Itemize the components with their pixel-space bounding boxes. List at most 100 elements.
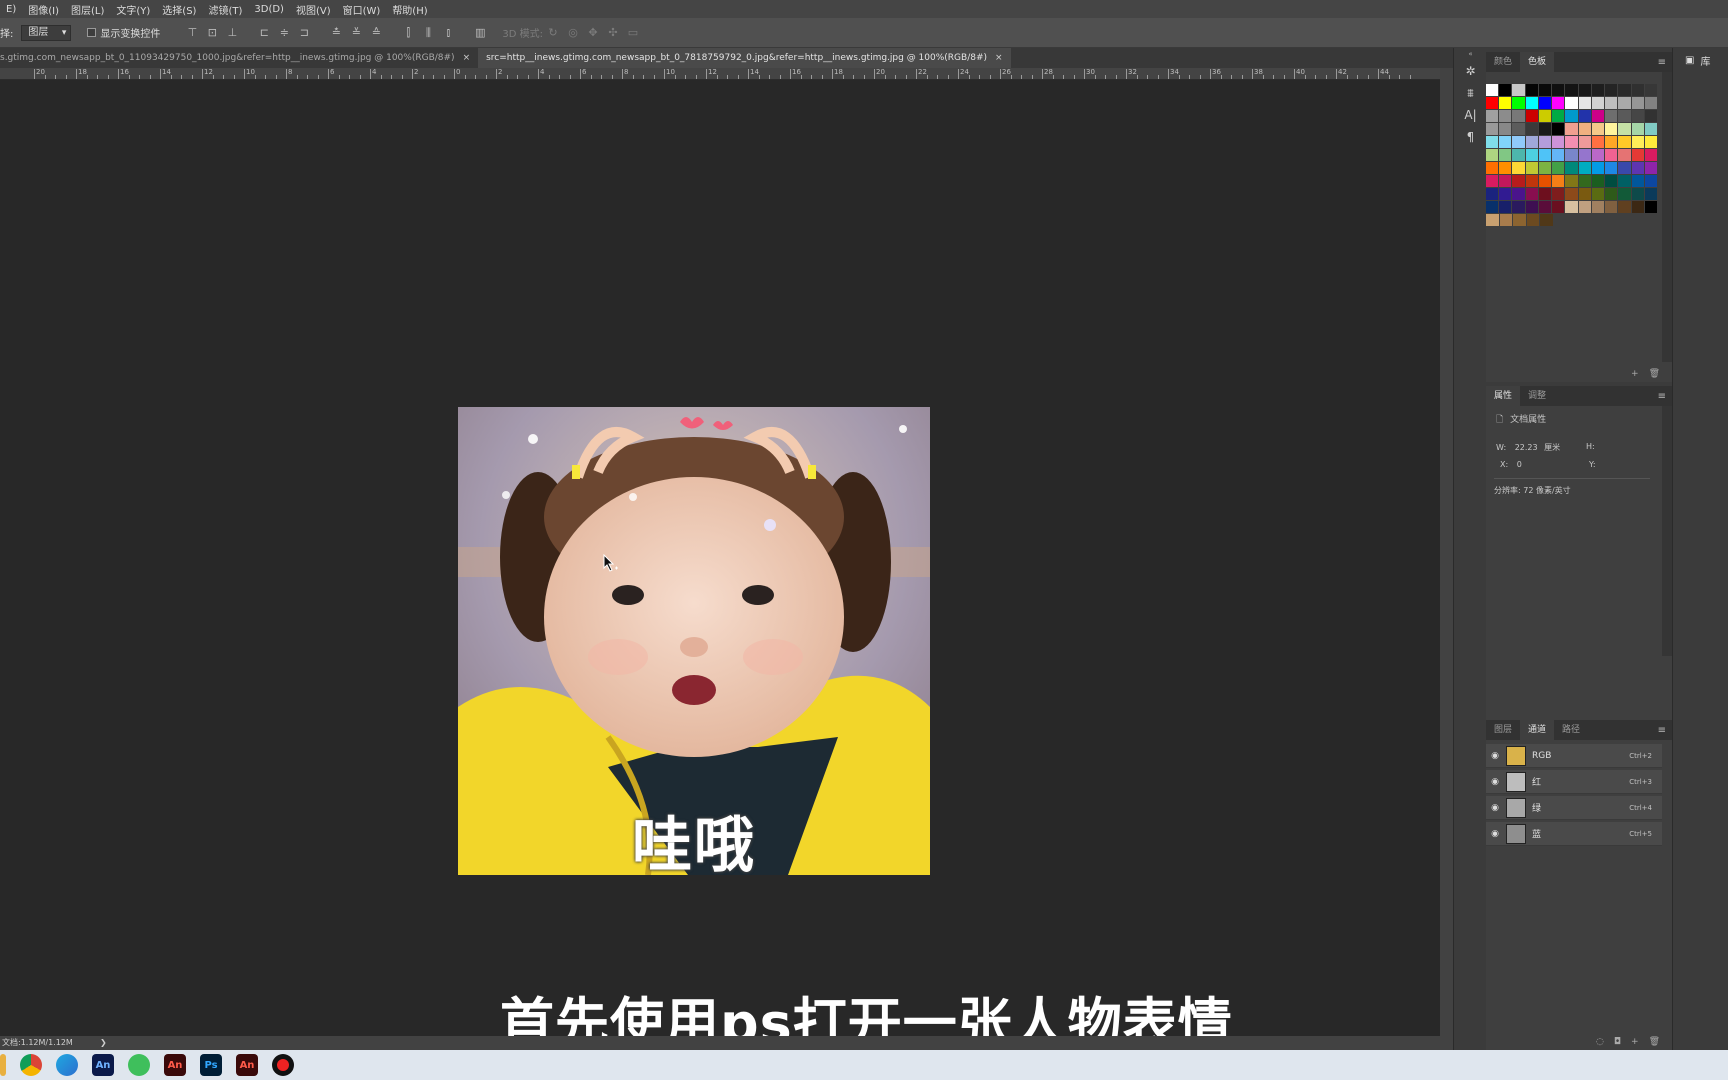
color-swatch[interactable] [1631, 201, 1644, 213]
color-swatch[interactable] [1486, 162, 1499, 174]
menu-select[interactable]: 选择(S) [156, 2, 202, 17]
color-swatch[interactable] [1631, 149, 1644, 161]
color-swatch[interactable] [1618, 201, 1631, 213]
panel-menu-icon[interactable]: ≡ [1658, 57, 1666, 68]
color-swatch[interactable] [1578, 110, 1591, 122]
align-left-icon[interactable]: ⊏ [257, 26, 271, 40]
color-swatch[interactable] [1618, 188, 1631, 200]
color-swatch[interactable] [1486, 97, 1499, 109]
3d-roll-icon[interactable]: ◎ [566, 26, 580, 40]
color-swatch[interactable] [1538, 201, 1552, 213]
channel-row-blue[interactable]: ◉ 蓝 Ctrl+5 [1486, 822, 1662, 846]
color-swatch[interactable] [1565, 110, 1578, 122]
meme-image[interactable]: 哇哦 [458, 407, 930, 875]
collapse-panels-icon[interactable]: « [1454, 48, 1487, 60]
color-swatch[interactable] [1552, 201, 1565, 213]
color-swatch[interactable] [1618, 136, 1631, 148]
channel-row-green[interactable]: ◉ 绿 Ctrl+4 [1486, 796, 1662, 820]
show-transform-checkbox[interactable] [87, 28, 97, 37]
color-swatch[interactable] [1591, 188, 1605, 200]
color-swatch[interactable] [1644, 188, 1658, 200]
color-swatch[interactable] [1538, 188, 1552, 200]
color-swatch[interactable] [1499, 188, 1512, 200]
color-swatch[interactable] [1591, 97, 1605, 109]
character-icon[interactable]: A| [1454, 104, 1487, 126]
3d-slide-icon[interactable]: ✣ [606, 26, 620, 40]
color-swatch[interactable] [1591, 136, 1605, 148]
color-swatch[interactable] [1591, 162, 1605, 174]
color-swatch[interactable] [1631, 84, 1644, 96]
color-swatch[interactable] [1644, 84, 1658, 96]
align-top-icon[interactable]: ⊤ [185, 26, 199, 40]
color-swatch[interactable] [1486, 136, 1499, 148]
color-swatch[interactable] [1552, 110, 1565, 122]
color-swatch[interactable] [1565, 97, 1578, 109]
color-swatch[interactable] [1591, 149, 1605, 161]
tab-adjustments[interactable]: 调整 [1520, 386, 1554, 406]
color-swatch[interactable] [1486, 149, 1499, 161]
color-swatch[interactable] [1499, 162, 1512, 174]
color-swatch[interactable] [1538, 175, 1552, 187]
3d-scale-icon[interactable]: ▭ [626, 26, 640, 40]
color-swatch[interactable] [1591, 175, 1605, 187]
color-swatch[interactable] [1631, 136, 1644, 148]
color-swatch[interactable] [1605, 110, 1618, 122]
color-swatch[interactable] [1591, 201, 1605, 213]
photoshop-icon[interactable]: Ps [200, 1054, 222, 1076]
color-swatch[interactable] [1499, 175, 1512, 187]
tab-layers[interactable]: 图层 [1486, 720, 1520, 740]
color-swatch[interactable] [1552, 149, 1565, 161]
load-selection-icon[interactable]: ◌ [1596, 1037, 1604, 1047]
align-right-icon[interactable]: ⊐ [297, 26, 311, 40]
color-swatch[interactable] [1605, 175, 1618, 187]
wechat-icon[interactable] [128, 1054, 150, 1076]
color-swatch[interactable] [1565, 175, 1578, 187]
menu-help[interactable]: 帮助(H) [386, 2, 433, 17]
color-swatch[interactable] [1578, 162, 1591, 174]
align-vcenter-icon[interactable]: ⊡ [205, 26, 219, 40]
color-swatch[interactable] [1499, 84, 1512, 96]
layer-select-dropdown[interactable]: 图层 [21, 24, 72, 41]
color-swatch[interactable] [1525, 123, 1538, 135]
color-swatch[interactable] [1525, 162, 1538, 174]
color-swatch[interactable] [1605, 136, 1618, 148]
color-swatch[interactable] [1591, 123, 1605, 135]
color-swatch[interactable] [1565, 162, 1578, 174]
color-swatch[interactable] [1538, 162, 1552, 174]
animate-icon[interactable]: An [164, 1054, 186, 1076]
color-swatch[interactable] [1499, 110, 1512, 122]
menu-view[interactable]: 视图(V) [290, 2, 337, 17]
distribute-vcenter-icon[interactable]: ≚ [349, 26, 363, 40]
color-swatch[interactable] [1512, 175, 1525, 187]
color-swatch[interactable] [1552, 175, 1565, 187]
color-swatch[interactable] [1538, 136, 1552, 148]
visibility-eye-icon[interactable]: ◉ [1486, 751, 1504, 761]
delete-swatch-icon[interactable]: 🗑 [1649, 369, 1660, 379]
color-swatch[interactable] [1525, 97, 1538, 109]
color-swatch[interactable] [1538, 110, 1552, 122]
properties-scrollbar[interactable] [1662, 406, 1672, 656]
color-swatch[interactable] [1486, 201, 1499, 213]
color-swatch[interactable] [1631, 123, 1644, 135]
color-swatch[interactable] [1525, 136, 1538, 148]
color-swatch[interactable] [1631, 110, 1644, 122]
menu-filter[interactable]: 滤镜(T) [202, 2, 248, 17]
3d-drag-icon[interactable]: ✥ [586, 26, 600, 40]
color-swatch[interactable] [1605, 84, 1618, 96]
swatches-scrollbar[interactable] [1662, 72, 1672, 362]
color-swatch[interactable] [1631, 97, 1644, 109]
menu-type[interactable]: 文字(Y) [110, 2, 156, 17]
color-swatch[interactable] [1605, 162, 1618, 174]
tab-document-2[interactable]: src=http__inews.gtimg.com_newsapp_bt_0_7… [478, 48, 1011, 68]
color-swatch[interactable] [1631, 175, 1644, 187]
menu-3d[interactable]: 3D(D) [248, 4, 290, 15]
canvas-area[interactable]: 哇哦 首先使用ps打开一张人物表情 [0, 81, 1440, 1055]
color-swatch[interactable] [1644, 149, 1658, 161]
vertical-scrollbar[interactable] [1440, 68, 1453, 1036]
align-bottom-icon[interactable]: ⊥ [225, 26, 239, 40]
color-swatch[interactable] [1552, 188, 1565, 200]
visibility-eye-icon[interactable]: ◉ [1486, 803, 1504, 813]
color-swatch[interactable] [1538, 97, 1552, 109]
color-swatch[interactable] [1605, 97, 1618, 109]
color-swatch[interactable] [1512, 84, 1525, 96]
